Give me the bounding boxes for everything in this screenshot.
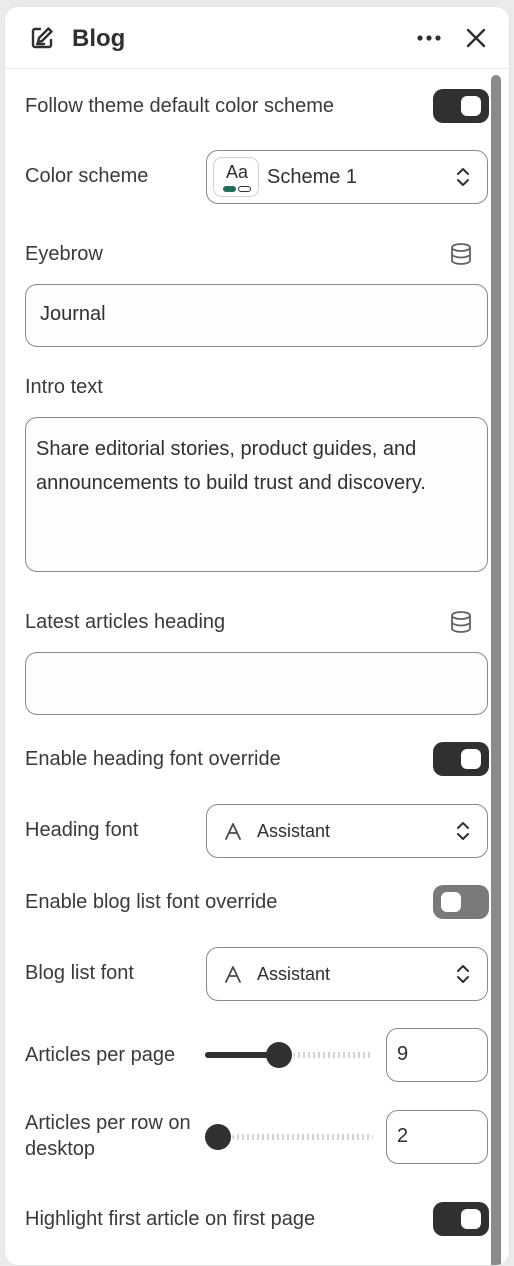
articles-per-page-slider[interactable] xyxy=(205,1042,373,1068)
chevron-up-down-icon xyxy=(457,822,469,840)
toggle-knob xyxy=(461,96,481,116)
chevron-up-down-icon xyxy=(457,168,469,186)
latest-heading-label: Latest articles heading xyxy=(25,611,226,633)
swatch-accent xyxy=(223,186,236,192)
articles-per-page-input[interactable]: 9 xyxy=(386,1028,488,1082)
heading-font-select[interactable]: Assistant xyxy=(206,804,488,858)
blog-list-font-override-toggle[interactable] xyxy=(433,885,489,919)
toggle-knob xyxy=(441,892,461,912)
articles-per-row-input[interactable]: 2 xyxy=(386,1110,488,1164)
highlight-first-toggle[interactable] xyxy=(433,1202,489,1236)
color-scheme-label: Color scheme xyxy=(25,165,149,187)
toggle-knob xyxy=(461,1209,481,1229)
font-icon xyxy=(225,823,241,840)
scrollbar-thumb[interactable] xyxy=(491,75,501,1265)
slider-thumb[interactable] xyxy=(266,1042,293,1068)
eyebrow-input[interactable]: Journal xyxy=(25,284,488,347)
intro-text-value: Share editorial stories, product guides,… xyxy=(36,438,426,494)
edit-page-icon xyxy=(31,27,53,49)
eyebrow-value: Journal xyxy=(40,303,106,325)
intro-text-textarea[interactable]: Share editorial stories, product guides,… xyxy=(25,417,488,572)
dynamic-source-icon[interactable] xyxy=(449,610,473,634)
panel-header: Blog xyxy=(5,7,509,69)
articles-per-page-value: 9 xyxy=(397,1043,409,1065)
articles-per-row-slider[interactable] xyxy=(205,1124,373,1150)
heading-font-value: Assistant xyxy=(257,821,331,841)
color-scheme-swatch: Aa xyxy=(213,157,259,197)
blog-list-font-value: Assistant xyxy=(257,964,331,984)
eyebrow-label: Eyebrow xyxy=(25,243,103,265)
articles-per-page-label: Articles per page xyxy=(25,1044,176,1066)
heading-font-label: Heading font xyxy=(25,819,139,841)
blog-list-font-override-label: Enable blog list font override xyxy=(25,891,278,913)
swatch-text: Aa xyxy=(226,162,249,182)
blog-list-font-label: Blog list font xyxy=(25,962,134,984)
heading-font-override-label: Enable heading font override xyxy=(25,748,281,770)
font-icon xyxy=(225,966,241,983)
panel-title: Blog xyxy=(72,25,126,52)
color-scheme-select[interactable]: Aa Scheme 1 xyxy=(206,150,488,204)
slider-track xyxy=(232,1134,373,1140)
slider-track xyxy=(293,1052,373,1058)
chevron-up-down-icon xyxy=(457,965,469,983)
toggle-knob xyxy=(461,749,481,769)
articles-per-row-value: 2 xyxy=(397,1125,409,1147)
blog-list-font-select[interactable]: Assistant xyxy=(206,947,488,1001)
slider-thumb[interactable] xyxy=(205,1124,231,1150)
follow-theme-scheme-label: Follow theme default color scheme xyxy=(25,95,335,117)
intro-text-label: Intro text xyxy=(25,376,103,398)
follow-theme-scheme-toggle[interactable] xyxy=(433,89,489,123)
articles-per-row-label: Articles per row on desktop xyxy=(25,1112,191,1160)
heading-font-override-toggle[interactable] xyxy=(433,742,489,776)
color-scheme-value: Scheme 1 xyxy=(267,166,358,188)
settings-panel: Blog Follow theme default color scheme C… xyxy=(4,6,510,1266)
close-icon[interactable] xyxy=(461,23,491,53)
more-horizontal-icon[interactable] xyxy=(411,23,447,53)
highlight-first-label: Highlight first article on first page xyxy=(25,1208,316,1230)
swatch-outline xyxy=(238,186,251,192)
latest-heading-input[interactable] xyxy=(25,652,488,715)
dynamic-source-icon[interactable] xyxy=(449,242,473,266)
